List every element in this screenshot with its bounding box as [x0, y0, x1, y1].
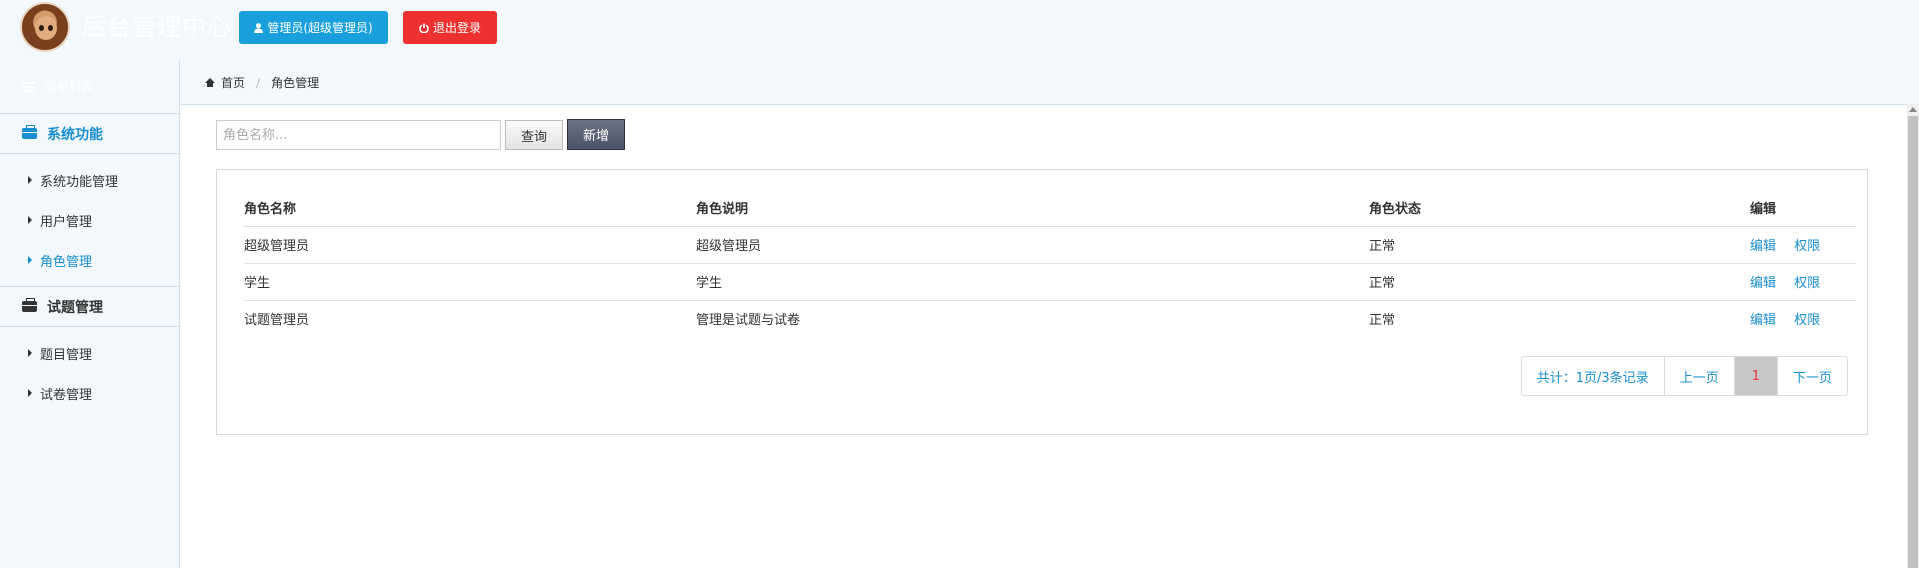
- permission-link[interactable]: 权限: [1794, 276, 1820, 291]
- breadcrumb-separator: /: [256, 75, 261, 90]
- menu-icon: [22, 81, 35, 92]
- next-page-button[interactable]: 下一页: [1776, 357, 1847, 395]
- sidebar-item-roles[interactable]: 角色管理: [0, 240, 179, 280]
- table-row: 试题管理员 管理是试题与试卷 正常 编辑 权限: [244, 300, 1856, 337]
- sidebar-item-papers[interactable]: 试卷管理: [0, 373, 179, 413]
- caret-right-icon: [28, 389, 32, 397]
- role-name-cell: 试题管理员: [244, 313, 310, 329]
- query-button[interactable]: 查询: [505, 120, 563, 150]
- actions-cell: 编辑 权限: [1750, 263, 1856, 301]
- add-button[interactable]: 新增: [567, 119, 625, 150]
- sidebar-item-question-bank[interactable]: 题目管理: [0, 333, 179, 373]
- role-desc-cell: 超级管理员: [696, 226, 1369, 264]
- actions-cell: 编辑 权限: [1750, 300, 1856, 337]
- column-header-role-status: 角色状态: [1369, 190, 1750, 227]
- role-status-cell: 正常: [1369, 313, 1396, 329]
- briefcase-icon: [22, 125, 37, 139]
- scrollbar-thumb[interactable]: [1908, 116, 1918, 568]
- column-header-role-desc: 角色说明: [696, 190, 1369, 227]
- prev-page-button[interactable]: 上一页: [1663, 357, 1734, 395]
- sidebar-item-system-function[interactable]: 系统功能管理: [0, 160, 179, 200]
- edit-link[interactable]: 编辑: [1750, 276, 1776, 291]
- sidebar-heading-label: 菜单列表: [45, 80, 94, 94]
- power-icon: [419, 23, 429, 33]
- role-desc-cell: 管理是试题与试卷: [696, 313, 801, 329]
- column-header-edit: 编辑: [1750, 190, 1856, 227]
- pagination-summary: 共计：1页/3条记录: [1536, 370, 1649, 386]
- edit-link[interactable]: 编辑: [1750, 239, 1776, 254]
- sidebar-item-label: 题目管理: [40, 347, 93, 363]
- role-table-panel: 角色名称 角色说明 角色状态 编辑 超级管理员 超级管理员 正常 编辑 权限 学…: [216, 169, 1868, 435]
- logout-button[interactable]: 退出登录: [403, 11, 497, 44]
- sidebar-group-label: 试题管理: [47, 299, 103, 316]
- avatar: [20, 2, 70, 52]
- sidebar-heading: 菜单列表: [0, 60, 179, 114]
- table-row: 学生 学生 正常 编辑 权限: [244, 263, 1856, 301]
- breadcrumb-home[interactable]: 首页: [221, 74, 245, 91]
- admin-button[interactable]: 管理员(超级管理员): [239, 11, 388, 44]
- sidebar-item-label: 试卷管理: [40, 387, 93, 403]
- sidebar-item-label: 用户管理: [40, 214, 93, 230]
- sidebar-group-system-items: 系统功能管理 用户管理 角色管理: [0, 154, 179, 287]
- sidebar: 菜单列表 系统功能 系统功能管理 用户管理 角色管理 试题管理 题目管理 试卷管…: [0, 60, 180, 568]
- edit-link[interactable]: 编辑: [1750, 313, 1776, 328]
- column-header-role-name: 角色名称: [244, 190, 696, 227]
- caret-right-icon: [28, 216, 32, 224]
- caret-right-icon: [28, 256, 32, 264]
- role-name-cell: 学生: [244, 263, 696, 301]
- permission-link[interactable]: 权限: [1794, 313, 1820, 328]
- vertical-scrollbar[interactable]: [1907, 104, 1919, 568]
- role-status-cell: 正常: [1369, 263, 1750, 301]
- caret-right-icon: [28, 176, 32, 184]
- role-table: 角色名称 角色说明 角色状态 编辑 超级管理员 超级管理员 正常 编辑 权限 学…: [244, 190, 1856, 337]
- caret-right-icon: [28, 349, 32, 357]
- breadcrumb-current: 角色管理: [271, 76, 320, 90]
- sidebar-group-questions-items: 题目管理 试卷管理: [0, 327, 179, 419]
- home-icon: [205, 78, 215, 87]
- sidebar-item-label: 系统功能管理: [40, 174, 119, 190]
- scroll-up-arrow-icon[interactable]: [1909, 107, 1917, 112]
- user-icon: [254, 22, 264, 33]
- role-name-cell: 超级管理员: [244, 226, 696, 264]
- permission-link[interactable]: 权限: [1794, 239, 1820, 254]
- current-page-button[interactable]: 1: [1733, 357, 1777, 395]
- role-status-cell: 正常: [1369, 226, 1750, 264]
- admin-button-label: 管理员(超级管理员): [267, 21, 373, 35]
- sidebar-group-system[interactable]: 系统功能: [0, 114, 179, 154]
- table-row: 超级管理员 超级管理员 正常 编辑 权限: [244, 226, 1856, 264]
- logout-button-label: 退出登录: [432, 21, 481, 35]
- sidebar-item-users[interactable]: 用户管理: [0, 200, 179, 240]
- table-header-row: 角色名称 角色说明 角色状态 编辑: [244, 190, 1856, 227]
- role-name-search-input[interactable]: [216, 120, 501, 150]
- pagination: 共计：1页/3条记录 上一页 1 下一页: [1520, 356, 1848, 396]
- main-content: 查询 新增 角色名称 角色说明 角色状态 编辑 超级管理员 超级管理员 正常 编…: [181, 104, 1907, 568]
- sidebar-group-questions[interactable]: 试题管理: [0, 287, 179, 327]
- breadcrumb: 首页 / 角色管理: [205, 74, 319, 91]
- sidebar-group-label: 系统功能: [47, 126, 103, 143]
- app-title: 后台管理中心: [82, 13, 232, 41]
- actions-cell: 编辑 权限: [1750, 226, 1856, 264]
- sidebar-item-label: 角色管理: [40, 254, 93, 270]
- role-desc-cell: 学生: [696, 263, 1369, 301]
- header: 后台管理中心 管理员(超级管理员) 退出登录: [0, 0, 1919, 60]
- briefcase-icon: [22, 298, 37, 312]
